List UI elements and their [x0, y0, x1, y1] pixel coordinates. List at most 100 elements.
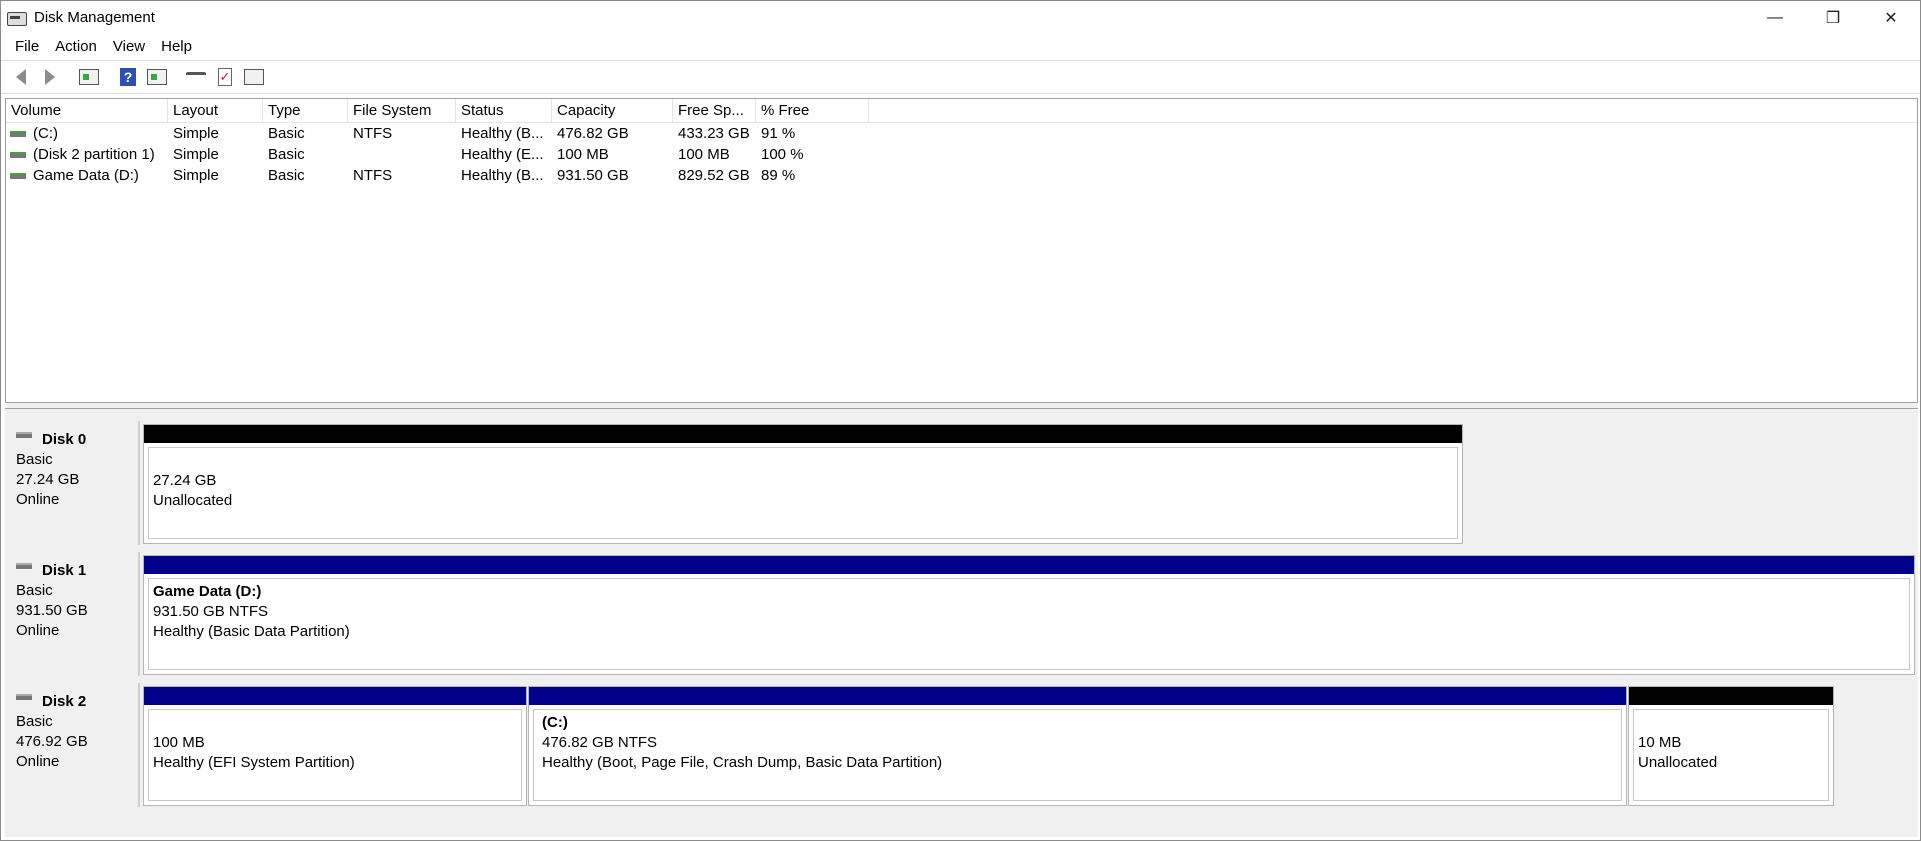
disk-size: 27.24 GB: [16, 471, 80, 488]
capacity-cell: 931.50 GB: [557, 167, 629, 184]
partition-game-data-d[interactable]: Game Data (D:) 931.50 GB NTFS Healthy (B…: [143, 555, 1915, 675]
partition-body: 10 MB Unallocated: [1633, 709, 1829, 801]
volume-list-header: Volume Layout Type File System Status Ca…: [6, 99, 1917, 123]
title-bar[interactable]: Disk Management — ❐ ✕: [1, 1, 1920, 34]
percent-free-cell: 89 %: [761, 167, 796, 184]
column-header-status[interactable]: Status: [456, 99, 552, 123]
disk-type: Basic: [16, 582, 53, 599]
close-button[interactable]: ✕: [1862, 1, 1920, 34]
forward-arrow-icon: [45, 69, 55, 85]
help-button[interactable]: ?: [114, 64, 142, 90]
help-icon: ?: [120, 68, 136, 86]
layout-cell: Simple: [173, 125, 219, 142]
checklist-button[interactable]: ✓: [211, 64, 239, 90]
table-row[interactable]: Game Data (D:) Simple Basic NTFS Healthy…: [6, 165, 1917, 186]
volume-name: (Disk 2 partition 1): [33, 146, 155, 163]
layout-cell: Simple: [173, 167, 219, 184]
column-header-free-space[interactable]: Free Sp...: [673, 99, 756, 123]
partition-unallocated[interactable]: 10 MB Unallocated: [1628, 686, 1834, 806]
disk-info-disk-1[interactable]: Disk 1 Basic 931.50 GB Online: [5, 552, 140, 676]
layout-cell: Simple: [173, 146, 219, 163]
window-title: Disk Management: [34, 9, 155, 26]
partition-size: 476.82 GB NTFS: [542, 734, 658, 751]
disk-name: Disk 0: [42, 431, 87, 448]
partition-bar: [144, 425, 1462, 443]
disk-row-disk-2: Disk 2 Basic 476.92 GB Online 100 MB Hea…: [5, 683, 1918, 809]
column-header-capacity[interactable]: Capacity: [552, 99, 673, 123]
partition-label: (C:): [542, 714, 568, 731]
menu-view[interactable]: View: [105, 34, 153, 59]
table-row[interactable]: (C:) Simple Basic NTFS Healthy (B... 476…: [6, 123, 1917, 144]
partition-detail: Healthy (EFI System Partition): [153, 754, 355, 771]
menu-action[interactable]: Action: [47, 34, 105, 59]
partition-c[interactable]: (C:) 476.82 GB NTFS Healthy (Boot, Page …: [528, 686, 1627, 806]
percent-free-cell: 100 %: [761, 146, 804, 163]
column-header-percent-free[interactable]: % Free: [756, 99, 869, 123]
file-system-cell: NTFS: [353, 167, 393, 184]
disk-graphical-view: Disk 0 Basic 27.24 GB Online 27.24 GB Un…: [5, 409, 1918, 837]
disk-name-row: Disk 0: [16, 430, 138, 450]
type-cell: Basic: [268, 146, 305, 163]
disk-icon: [16, 694, 32, 700]
disk-management-window: Disk Management — ❐ ✕ File Action View H…: [0, 0, 1921, 841]
partition-detail: Healthy (Basic Data Partition): [153, 623, 350, 640]
settings-list-button[interactable]: [240, 64, 268, 90]
volume-name: (C:): [33, 125, 58, 142]
percent-free-cell: 91 %: [761, 125, 796, 142]
partition-body: Game Data (D:) 931.50 GB NTFS Healthy (B…: [148, 578, 1910, 670]
file-system-cell: NTFS: [353, 125, 393, 142]
disk-name: Disk 1: [42, 562, 87, 579]
disk-row-disk-1: Disk 1 Basic 931.50 GB Online Game Data …: [5, 552, 1918, 678]
table-row[interactable]: (Disk 2 partition 1) Simple Basic Health…: [6, 144, 1917, 165]
menu-file[interactable]: File: [7, 34, 47, 59]
show-hide-console-tree-button[interactable]: [75, 64, 103, 90]
disk-status: Online: [16, 491, 60, 508]
partition-body: (C:) 476.82 GB NTFS Healthy (Boot, Page …: [533, 709, 1622, 801]
disk-management-app-icon: [7, 11, 27, 26]
volume-name-cell: Game Data (D:): [6, 165, 168, 186]
disk-name-row: Disk 1: [16, 561, 138, 581]
free-space-cell: 829.52 GB: [678, 167, 750, 184]
volume-icon: [10, 151, 26, 158]
disk-size: 931.50 GB: [16, 602, 88, 619]
checklist-icon: ✓: [218, 68, 232, 86]
partition-size: 100 MB: [153, 734, 205, 751]
disk-size: 476.92 GB: [16, 733, 88, 750]
column-header-type[interactable]: Type: [263, 99, 348, 123]
menu-help[interactable]: Help: [153, 34, 200, 59]
status-cell: Healthy (E...: [461, 146, 544, 163]
partition-bar: [144, 556, 1914, 574]
partition-efi-system[interactable]: 100 MB Healthy (EFI System Partition): [143, 686, 527, 806]
disk-info-disk-0[interactable]: Disk 0 Basic 27.24 GB Online: [5, 421, 140, 545]
forward-button[interactable]: [36, 64, 64, 90]
back-button[interactable]: [7, 64, 35, 90]
partition-unallocated[interactable]: 27.24 GB Unallocated: [143, 424, 1463, 544]
column-header-file-system[interactable]: File System: [348, 99, 456, 123]
volume-list: Volume Layout Type File System Status Ca…: [5, 98, 1918, 403]
minimize-button[interactable]: —: [1746, 1, 1804, 34]
partition-label: [153, 713, 521, 733]
disk-info-disk-2[interactable]: Disk 2 Basic 476.92 GB Online: [5, 683, 140, 807]
file-system-cell: [348, 144, 456, 165]
partition-size: 10 MB: [1638, 734, 1682, 751]
partition-bar: [144, 687, 526, 705]
capacity-cell: 476.82 GB: [557, 125, 629, 142]
restore-button[interactable]: ❐: [1804, 1, 1862, 34]
type-cell: Basic: [268, 125, 305, 142]
free-space-cell: 100 MB: [678, 146, 730, 163]
partition-detail: Unallocated: [153, 492, 233, 509]
menu-bar: File Action View Help: [1, 34, 200, 59]
connect-button[interactable]: [182, 64, 210, 90]
connect-icon: [186, 72, 206, 82]
type-cell: Basic: [268, 167, 305, 184]
window-controls: — ❐ ✕: [1746, 1, 1920, 34]
partition-body: 27.24 GB Unallocated: [148, 447, 1458, 539]
partition-bar: [1629, 687, 1833, 705]
disk-name-row: Disk 2: [16, 692, 138, 712]
column-header-volume[interactable]: Volume: [6, 99, 168, 123]
capacity-cell: 100 MB: [557, 146, 609, 163]
properties-button[interactable]: [143, 64, 171, 90]
column-header-layout[interactable]: Layout: [168, 99, 263, 123]
volume-icon: [10, 130, 26, 137]
volume-name-cell: (Disk 2 partition 1): [6, 144, 168, 165]
